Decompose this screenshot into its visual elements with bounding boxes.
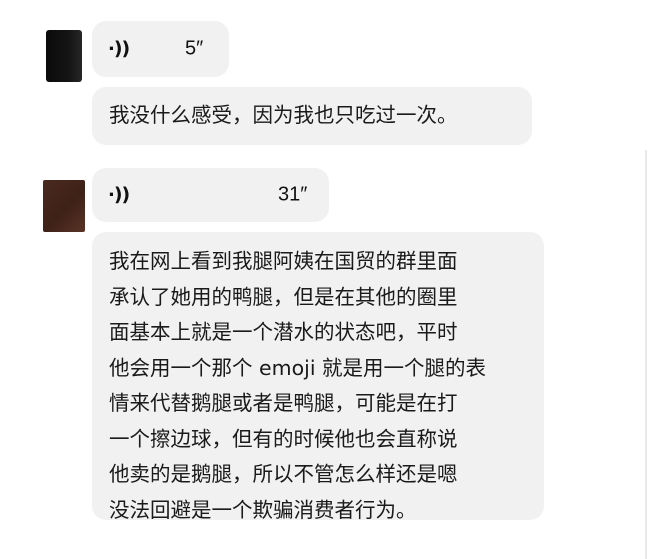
message-text-line: 承认了她用的鸭腿，但是在其他的圈里 — [109, 284, 458, 309]
avatar[interactable] — [46, 30, 82, 82]
message-text-line: 一个擦边球，但有的时候他也会直称说 — [109, 426, 458, 451]
message-text-line: 面基本上就是一个潜水的状态吧，平时 — [109, 320, 458, 344]
sound-wave-icon: ·)) — [108, 183, 130, 206]
text-message-bubble[interactable]: 我在网上看到我腿阿姨在国贸的群里面 承认了她用的鸭腿，但是在其他的圈里 面基本上… — [92, 232, 544, 522]
edge-divider — [645, 150, 647, 559]
voice-duration: 5″ — [185, 37, 204, 60]
message-text: 我没什么感受，因为我也只吃过一次。 — [109, 103, 458, 127]
message-text-line: 情来代替鹅腿或者是鸭腿，可能是在打 — [109, 391, 458, 415]
message-text-line: 他卖的是鹅腿，所以不管怎么样还是嗯 — [109, 462, 458, 486]
sound-wave-icon: ·)) — [108, 37, 130, 60]
voice-message-bubble[interactable]: ·)) 31″ — [92, 168, 329, 222]
message-text-line: 没法回避是一个欺骗消费者行为。 — [109, 497, 417, 522]
voice-message-bubble[interactable]: ·)) 5″ — [92, 21, 229, 77]
avatar[interactable] — [43, 180, 85, 232]
message-text-line: 我在网上看到我腿阿姨在国贸的群里面 — [109, 249, 458, 273]
voice-duration: 31″ — [278, 183, 308, 206]
message-text-line: 他会用一个那个 emoji 就是用一个腿的表 — [109, 355, 487, 380]
text-message-bubble[interactable]: 我没什么感受，因为我也只吃过一次。 — [92, 87, 532, 145]
